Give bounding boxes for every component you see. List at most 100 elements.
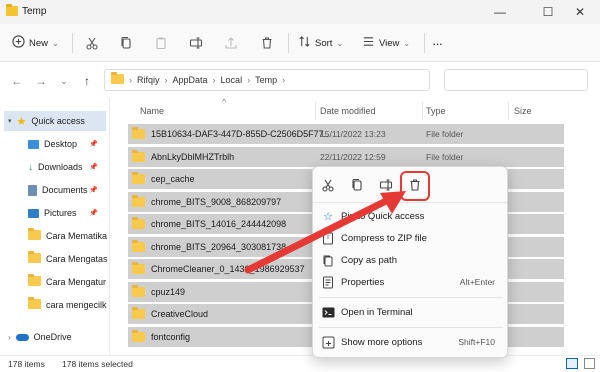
row-name-label: cpuz149 (151, 286, 186, 297)
menu-divider (319, 297, 503, 298)
up-button[interactable]: ↑ (78, 72, 96, 90)
divider (72, 33, 73, 53)
breadcrumb-separator: › (212, 75, 216, 85)
trash-icon (408, 178, 422, 194)
row-name: ChromeCleaner_0_1436_1986929537 (132, 262, 305, 274)
menu-item-label: Properties (341, 276, 385, 288)
menu-item-label: Pin to Quick access (341, 210, 425, 222)
sidebar-item-desktop[interactable]: Desktop 📌 (28, 134, 106, 154)
cut-action[interactable] (317, 175, 339, 197)
open-in-terminal-item[interactable]: Open in Terminal (313, 301, 507, 323)
table-row[interactable]: 15B10634-DAF3-447D-855D-C2506D5F77... 15/… (128, 124, 564, 144)
close-button[interactable]: ✕ (560, 2, 600, 22)
trash-icon (256, 32, 278, 54)
rename-button[interactable] (185, 32, 207, 54)
forward-button[interactable]: → (32, 72, 50, 90)
search-input[interactable] (444, 69, 588, 91)
divider (288, 33, 289, 53)
more-options-button[interactable]: ··· (432, 32, 443, 54)
sidebar-item-quick-access[interactable]: ▾ ★ Quick access (4, 111, 106, 131)
selection-count: 178 items selected (62, 359, 133, 369)
table-row[interactable]: AbnLkyDblMHZTrblh 22/11/2022 12:59 File fo… (128, 146, 564, 167)
sidebar-item-onedrive[interactable]: › OneDrive (8, 327, 72, 347)
title-bar: Temp — ☐ ✕ (0, 0, 600, 24)
pin-icon: 📌 (89, 141, 98, 148)
picture-icon (28, 208, 39, 218)
row-name: cpuz149 (132, 284, 186, 297)
column-header-size[interactable]: Size (514, 106, 532, 116)
column-header-date[interactable]: Date modified (320, 106, 376, 116)
scissors-icon (81, 32, 103, 54)
copy-as-path-item[interactable]: Copy as path (313, 249, 507, 271)
context-menu: ☆ Pin to Quick access Compress to ZIP fi… (312, 166, 508, 358)
view-button[interactable]: View ⌄ (362, 32, 410, 54)
delete-button[interactable] (256, 32, 278, 54)
row-name: chrome_BITS_14016_244442098 (132, 217, 286, 229)
status-bar: 178 items 178 items selected (0, 355, 600, 372)
details-view-icon[interactable] (566, 358, 578, 369)
navigation-pane: ▾ ★ Quick access Desktop 📌 ↓ Downloads 📌… (0, 98, 110, 355)
row-date: 22/11/2022 12:59 (320, 151, 386, 162)
sidebar-item-label: Cara Mengatas (46, 254, 108, 264)
row-name-label: ChromeCleaner_0_1436_1986929537 (151, 264, 305, 274)
folder-icon (28, 228, 41, 242)
column-header-name[interactable]: Name (140, 106, 164, 116)
row-name: chrome_BITS_9008_868209797 (132, 194, 282, 207)
more-options-icon (321, 335, 335, 349)
breadcrumb-rifqiy[interactable]: Rifqiy (137, 75, 160, 85)
copy-action[interactable] (346, 175, 368, 197)
desktop-icon (28, 139, 39, 149)
copy-button[interactable] (115, 32, 137, 54)
item-count: 178 items (8, 359, 45, 369)
sidebar-item-pictures[interactable]: Pictures 📌 (28, 203, 106, 223)
folder-icon (132, 149, 145, 162)
row-name: chrome_BITS_20964_303081738 (132, 239, 287, 252)
sidebar-item-cara-mengatas[interactable]: Cara Mengatas (28, 249, 108, 269)
row-name-label: AbnLkyDblMHZTrblh (151, 151, 235, 162)
row-name-label: cep_cache (151, 174, 195, 184)
column-header-type[interactable]: Type (426, 106, 446, 116)
address-bar[interactable]: › Rifqiy › AppData › Local › Temp › (104, 69, 430, 91)
cut-button[interactable] (81, 32, 103, 54)
pin-icon: 📌 (89, 164, 98, 171)
sort-indicator-icon: ^ (222, 98, 227, 107)
rename-action[interactable] (375, 175, 397, 197)
chevron-down-icon: ⌄ (336, 38, 344, 48)
sidebar-item-downloads[interactable]: ↓ Downloads 📌 (28, 157, 106, 177)
row-name-label: chrome_BITS_9008_868209797 (151, 196, 282, 207)
sidebar-item-label: Quick access (31, 116, 85, 126)
pin-to-quick-access-item[interactable]: ☆ Pin to Quick access (313, 205, 507, 227)
tiles-view-icon[interactable] (584, 358, 595, 369)
back-button[interactable]: ← (8, 72, 26, 90)
breadcrumb-appdata[interactable]: AppData (173, 75, 208, 85)
breadcrumb-local[interactable]: Local (221, 75, 243, 85)
row-name-label: chrome_BITS_20964_303081738 (151, 241, 287, 252)
compress-to-zip-item[interactable]: Compress to ZIP file (313, 227, 507, 249)
new-button[interactable]: New ⌄ (12, 32, 59, 54)
breadcrumb-temp[interactable]: Temp (255, 75, 277, 85)
sidebar-item-label: cara mengecilk (46, 300, 107, 310)
sort-button[interactable]: Sort ⌄ (298, 32, 343, 54)
show-more-options-item[interactable]: Show more options Shift+F10 (313, 331, 507, 353)
folder-icon (6, 4, 18, 16)
row-name-label: fontconfig (151, 331, 191, 342)
share-button[interactable] (220, 32, 242, 54)
chevron-down-icon: ⌄ (52, 38, 59, 48)
breadcrumb-separator: › (164, 75, 168, 85)
delete-action[interactable] (400, 171, 430, 201)
copy-path-icon (321, 253, 335, 267)
properties-item[interactable]: Properties Alt+Enter (313, 271, 507, 293)
sidebar-item-cara-mengatur[interactable]: Cara Mengatur (28, 272, 106, 292)
sidebar-item-documents[interactable]: Documents 📌 (28, 180, 106, 200)
command-bar: New ⌄ Sort ⌄ View ⌄ ··· (0, 24, 600, 62)
divider (424, 33, 425, 53)
minimize-button[interactable]: — (480, 2, 520, 22)
paste-button[interactable] (150, 32, 172, 54)
sidebar-item-label: Cara Mematika (46, 231, 108, 241)
sidebar-item-cara-mematika[interactable]: Cara Mematika (28, 226, 107, 246)
sidebar-item-cara-mengecilk[interactable]: cara mengecilk (28, 295, 107, 315)
address-row: ← → ⌄ ↑ › Rifqiy › AppData › Local › Tem… (0, 62, 600, 98)
star-icon: ☆ (323, 210, 333, 223)
folder-icon (132, 239, 145, 252)
recent-locations-button[interactable]: ⌄ (55, 72, 73, 90)
